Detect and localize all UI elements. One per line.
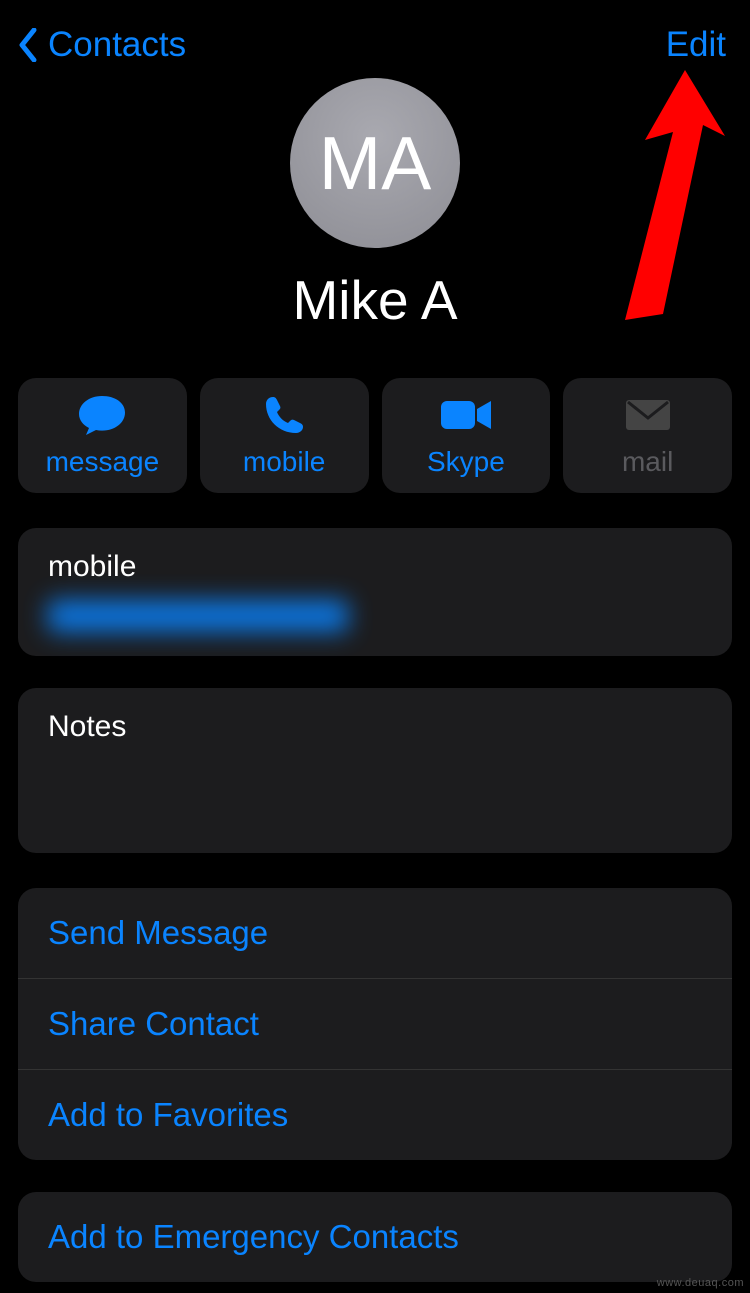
actions-card: Send Message Share Contact Add to Favori… [18,888,732,1160]
contact-name: Mike A [292,268,457,332]
phone-icon [264,394,304,436]
mail-label: mail [622,446,673,478]
mail-icon [624,394,672,436]
message-button[interactable]: message [18,378,187,493]
edit-button[interactable]: Edit [666,25,726,65]
phone-field[interactable]: mobile [18,528,732,656]
add-emergency-row[interactable]: Add to Emergency Contacts [18,1192,732,1282]
message-icon [77,394,127,436]
video-icon [439,394,493,436]
chevron-left-icon [18,28,38,62]
phone-value-redacted [48,600,348,632]
mail-button: mail [563,378,732,493]
back-label: Contacts [48,25,186,65]
watermark: www.deuaq.com [657,1277,744,1289]
emergency-card: Add to Emergency Contacts [18,1192,732,1282]
action-row: message mobile Skype mail [18,378,732,493]
notes-field[interactable]: Notes [18,688,732,853]
call-label: mobile [243,446,325,478]
message-label: message [46,446,160,478]
phone-label: mobile [48,550,702,584]
contact-header: MA Mike A [0,78,750,332]
share-contact-row[interactable]: Share Contact [18,978,732,1069]
back-button[interactable]: Contacts [18,25,186,65]
notes-label: Notes [48,710,702,744]
phone-card[interactable]: mobile [18,528,732,656]
notes-card[interactable]: Notes [18,688,732,853]
video-label: Skype [427,446,505,478]
video-button[interactable]: Skype [382,378,551,493]
send-message-row[interactable]: Send Message [18,888,732,978]
nav-bar: Contacts Edit [0,0,750,72]
avatar: MA [290,78,460,248]
call-button[interactable]: mobile [200,378,369,493]
add-favorites-row[interactable]: Add to Favorites [18,1069,732,1160]
